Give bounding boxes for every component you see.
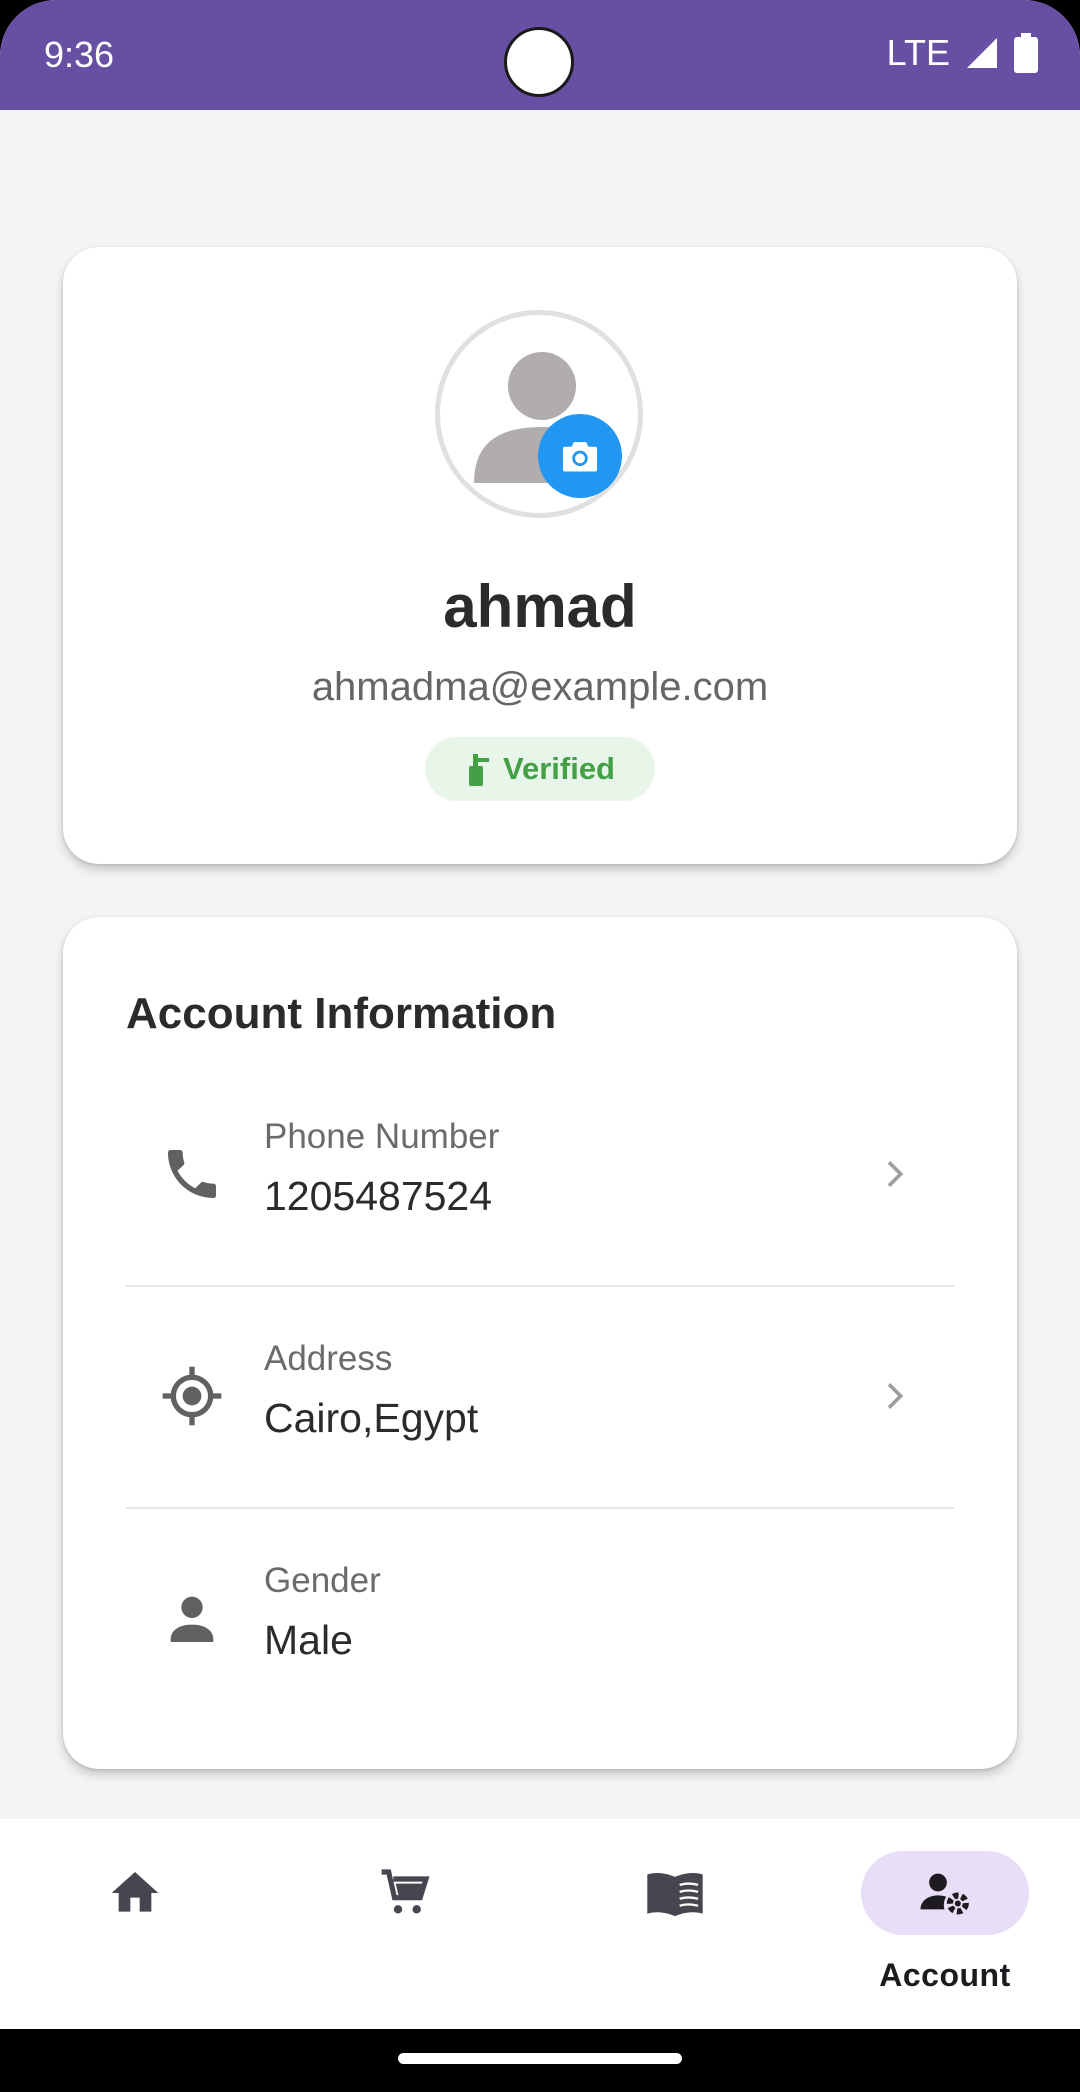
bottom-navigation: Account — [0, 1819, 1080, 2029]
nav-cart[interactable] — [270, 1819, 540, 2029]
gender-label: Gender — [264, 1561, 381, 1600]
gender-row: Gender Male — [126, 1507, 954, 1729]
camera-icon — [563, 442, 597, 472]
section-title: Account Information — [126, 989, 557, 1038]
phone-icon — [168, 1150, 216, 1198]
status-icons: LTE — [887, 32, 1038, 74]
gesture-navigation-bar — [0, 2029, 1080, 2092]
nav-catalog[interactable] — [540, 1819, 810, 2029]
account-settings-icon — [920, 1873, 969, 1915]
home-gesture-handle[interactable] — [398, 2053, 682, 2064]
address-row[interactable]: Address Cairo,Egypt — [126, 1285, 954, 1507]
phone-value: 1205487524 — [264, 1173, 493, 1219]
address-value: Cairo,Egypt — [264, 1395, 479, 1441]
location-icon — [162, 1366, 222, 1426]
profile-name: ahmad — [443, 573, 637, 640]
person-icon — [170, 1596, 214, 1642]
nav-account-label: Account — [879, 1957, 1011, 1993]
chevron-right-icon — [887, 1161, 904, 1187]
account-screen: 9:36 LTE ahmad ahmadma@example.com Verif… — [0, 0, 1080, 2092]
verified-label: Verified — [503, 751, 615, 786]
nav-account[interactable]: Account — [810, 1819, 1080, 2029]
avatar[interactable] — [435, 310, 643, 518]
network-type: LTE — [886, 32, 950, 73]
nav-active-indicator — [861, 1851, 1029, 1935]
status-time: 9:36 — [44, 34, 115, 75]
gender-value: Male — [264, 1617, 353, 1663]
verified-badge: Verified — [425, 737, 655, 801]
camera-cutout — [504, 27, 574, 97]
change-photo-button[interactable] — [538, 414, 622, 498]
phone-row[interactable]: Phone Number 1205487524 — [126, 1063, 954, 1285]
signal-icon — [967, 38, 997, 68]
verified-icon — [469, 754, 489, 786]
book-icon — [647, 1873, 703, 1917]
cart-icon — [381, 1869, 430, 1914]
status-bar: 9:36 LTE — [0, 0, 1080, 110]
account-info-card: Account Information Phone Number 1205487… — [63, 917, 1017, 1769]
profile-card: ahmad ahmadma@example.com Verified — [63, 247, 1017, 864]
profile-email: ahmadma@example.com — [311, 665, 769, 709]
phone-label: Phone Number — [264, 1117, 500, 1156]
chevron-right-icon — [887, 1383, 904, 1409]
nav-home[interactable] — [0, 1819, 270, 2029]
address-label: Address — [264, 1339, 393, 1378]
battery-icon — [1014, 33, 1038, 73]
home-icon — [111, 1872, 159, 1912]
